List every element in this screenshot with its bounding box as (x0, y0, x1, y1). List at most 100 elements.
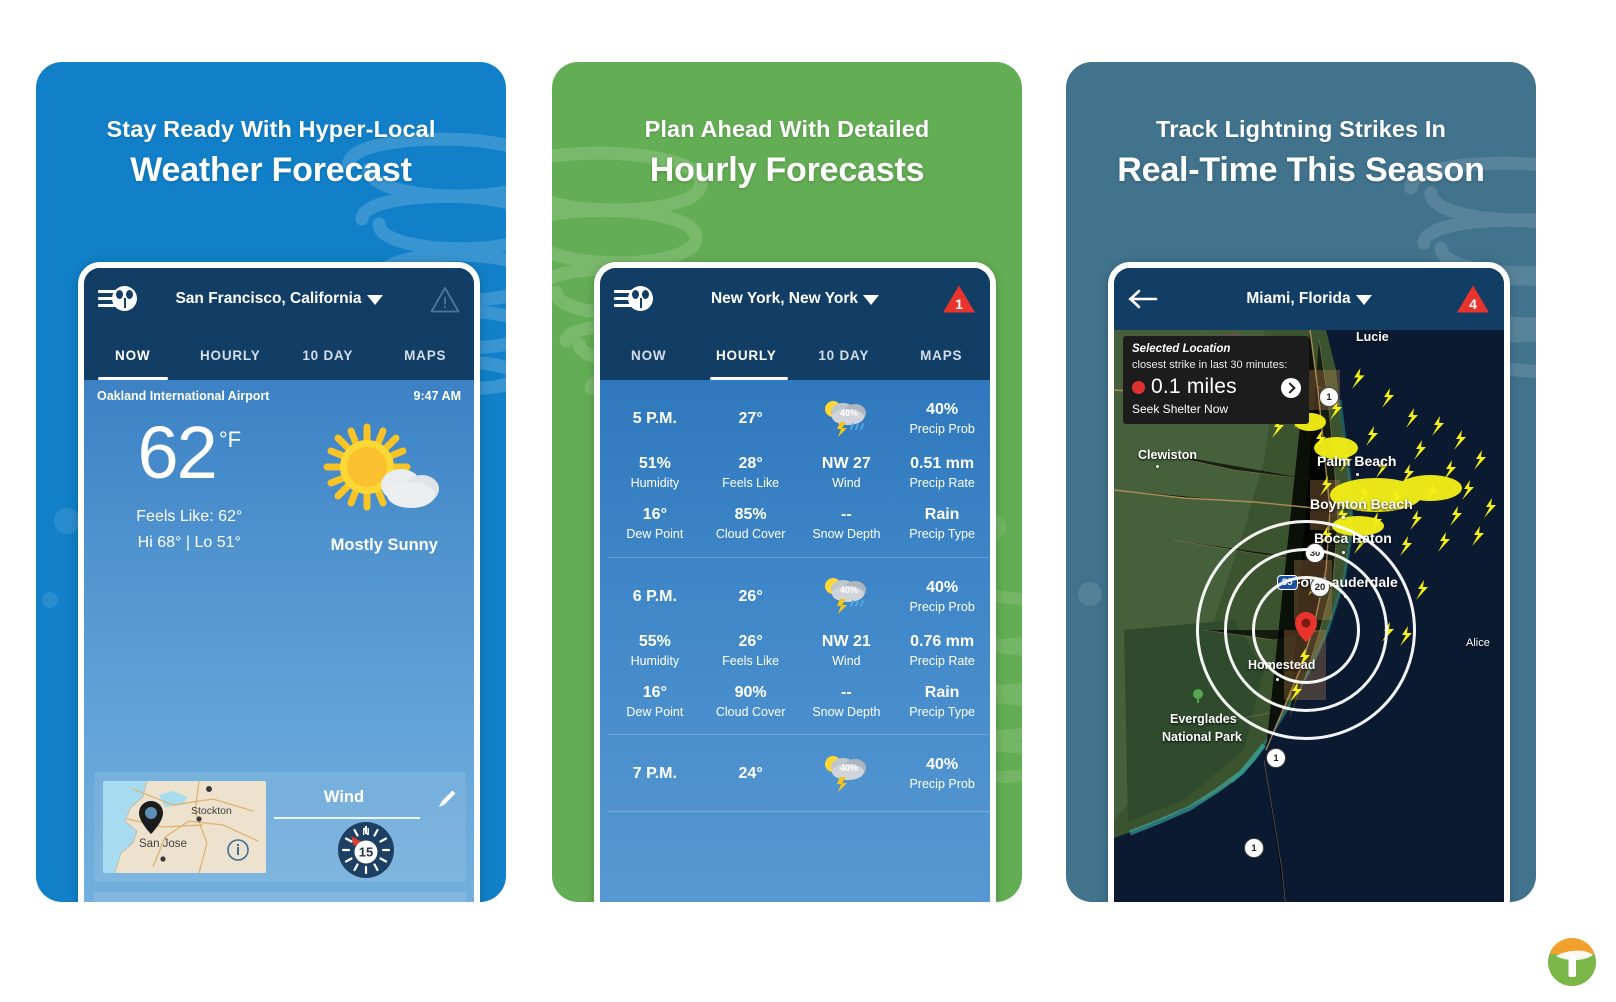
headline-big: Hourly Forecasts (649, 151, 925, 189)
map-label: Boynton Beach (1310, 496, 1413, 512)
feels-like-text: Feels Like: 62° (136, 507, 243, 525)
hour-temp: 27° (738, 410, 763, 427)
map-label: Palm Beach (1317, 453, 1397, 469)
chevron-right-circle-icon[interactable] (1281, 378, 1301, 398)
precip-rate-label: Precip Rate (909, 476, 975, 490)
snow-depth-value: -- (841, 683, 852, 701)
tab-maps[interactable]: MAPS (893, 348, 991, 363)
chevron-down-icon (863, 295, 880, 305)
tab-now[interactable]: NOW (600, 348, 698, 363)
wind-compass: N 15 (338, 822, 394, 878)
alerts-button[interactable]: 1 (922, 284, 976, 314)
card-subtitle: closest strike in last 30 minutes: (1132, 359, 1288, 371)
sun-behind-cloud-icon (295, 423, 474, 524)
cloud-cover-label: Cloud Cover (715, 704, 786, 719)
location-selector[interactable]: New York, New York (668, 290, 922, 308)
phone-mockup-hourly: New York, New York 1 NOW HOURLY 10 DAY M… (594, 262, 996, 902)
lightning-map-screen[interactable]: Lucie Clewiston Palm Beach Boynton Beach… (1114, 330, 1504, 902)
alert-count: 4 (1469, 296, 1477, 312)
bubble-decoration (1078, 582, 1102, 606)
hour-row[interactable]: 5 P.M. 27° 40% 40% Precip Prob 51% Humid… (607, 380, 990, 558)
tab-now[interactable]: NOW (84, 348, 182, 363)
condition-block: Mostly Sunny (295, 419, 474, 555)
highway-shield-1: 1 (1266, 748, 1286, 768)
back-button[interactable] (1128, 288, 1182, 310)
map-label: Clewiston (1138, 448, 1198, 462)
tab-maps[interactable]: MAPS (377, 348, 475, 363)
map-label: Everglades (1170, 712, 1237, 726)
highway-shield-1: 1 (1319, 387, 1339, 407)
app-navbar: Miami, Florida 4 (1114, 268, 1504, 330)
hour-time: 5 P.M. (632, 410, 677, 427)
promo-panel-hourly-forecasts: Plan Ahead With Detailed Hourly Forecast… (552, 62, 1022, 902)
promo-screenshot-stage: Stay Ready With Hyper-Local Weather Fore… (0, 0, 1616, 1002)
pencil-icon[interactable] (436, 788, 458, 810)
promo-panel-lightning-tracker: Track Lightning Strikes In Real-Time Thi… (1066, 62, 1536, 902)
now-screen: Oakland International Airport 9:47 AM 62… (84, 380, 474, 902)
tab-hourly[interactable]: HOURLY (698, 348, 796, 363)
cloud-cover-label: Cloud Cover (715, 527, 786, 542)
precip-rate-value: 0.51 mm (910, 455, 975, 472)
thunderstorm-40-icon: 40% (819, 752, 873, 792)
selected-location-card[interactable]: Selected Location closest strike in last… (1123, 336, 1309, 424)
svg-text:Stockton: Stockton (191, 805, 232, 817)
map-label: Lucie (1356, 330, 1389, 344)
tab-10day[interactable]: 10 DAY (795, 348, 893, 363)
cloud-cover-value: 90% (734, 683, 767, 701)
tab-hourly[interactable]: HOURLY (182, 348, 280, 363)
lightning-strip[interactable]: LIGHTNING Map (94, 892, 466, 902)
panel-headline: Plan Ahead With Detailed Hourly Forecast… (552, 116, 1022, 190)
phone-mockup-map: Miami, Florida 4 Lucie Clewiston Palm Be… (1108, 262, 1510, 902)
current-temperature: 62 (137, 411, 218, 494)
warning-triangle-outline-icon (430, 286, 460, 313)
svg-text:N: N (362, 827, 369, 838)
menu-button[interactable] (614, 286, 668, 311)
humidity-label: Humidity (630, 653, 680, 668)
wind-label: Wind (832, 476, 861, 490)
wind-value: NW 21 (821, 632, 871, 650)
hour-time: 7 P.M. (632, 765, 677, 782)
warning-triangle-red-icon: 1 (942, 284, 976, 314)
app-navbar: San Francisco, California (84, 268, 474, 330)
alerts-button[interactable] (406, 286, 460, 313)
menu-button[interactable] (98, 286, 152, 311)
feels-like-value: 26° (738, 632, 763, 650)
location-selector[interactable]: Miami, Florida (1182, 290, 1436, 308)
map-label: National Park (1162, 730, 1242, 744)
location-pin-icon (1295, 612, 1317, 642)
strike-dot-indicator (1132, 380, 1145, 394)
location-selector[interactable]: San Francisco, California (152, 290, 406, 308)
precip-type-label: Precip Type (909, 704, 976, 719)
precip-prob-value: 40% (926, 401, 959, 419)
headline-big: Weather Forecast (130, 151, 412, 189)
hour-row[interactable]: 6 P.M. 26° 40% 40% Precip Prob 55% Humid… (607, 558, 990, 735)
tab-10day[interactable]: 10 DAY (279, 348, 377, 363)
mini-map[interactable]: Stockton San Jose (103, 781, 266, 873)
svg-text:San Jose: San Jose (139, 838, 187, 850)
promo-panel-weather-forecast: Stay Ready With Hyper-Local Weather Fore… (36, 62, 506, 902)
precip-prob-value: 40% (926, 578, 959, 596)
app-navbar: New York, New York 1 (600, 268, 990, 330)
wind-label: Wind (832, 653, 861, 668)
humidity-value: 51% (638, 455, 671, 472)
hour-temp: 26° (738, 587, 763, 605)
tab-bar: NOW HOURLY 10 DAY MAPS (84, 330, 474, 380)
wind-card[interactable]: Stockton San Jose Wind N 15 (94, 772, 466, 882)
alert-count: 1 (955, 296, 963, 312)
strike-distance: 0.1 miles (1151, 375, 1237, 398)
hour-row[interactable]: 7 P.M. 24° 40% 40% Precip Prob (607, 735, 990, 812)
thunderstorm-40-icon: 40% (819, 574, 873, 614)
observation-time: 9:47 AM (413, 389, 461, 403)
snow-depth-label: Snow Depth (812, 527, 881, 542)
feels-like-value: 28° (738, 455, 763, 472)
thunderstorm-40-icon: 40% (819, 397, 873, 437)
tab-bar: NOW HOURLY 10 DAY MAPS (600, 330, 990, 380)
snow-depth-value: -- (841, 506, 852, 524)
precip-prob-label: Precip Prob (909, 422, 975, 437)
bug-logo-icon (628, 286, 653, 311)
svg-text:15: 15 (359, 845, 373, 860)
card-action-text: Seek Shelter Now (1132, 402, 1229, 416)
dew-point-label: Dew Point (626, 527, 684, 542)
park-tree-icon (1190, 688, 1206, 704)
alerts-button[interactable]: 4 (1436, 284, 1490, 314)
